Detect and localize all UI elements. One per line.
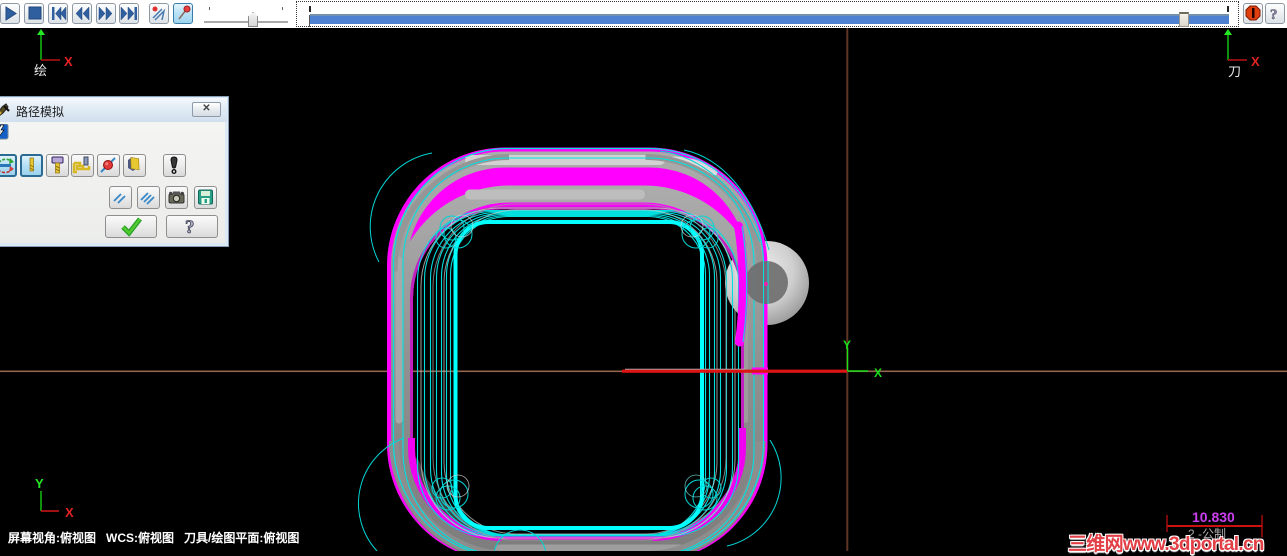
svg-text:绘: 绘 — [34, 63, 47, 78]
svg-text:?: ? — [1270, 7, 1278, 23]
svg-text:X: X — [65, 505, 74, 520]
svg-text:X: X — [874, 366, 882, 380]
svg-text:?: ? — [185, 217, 195, 237]
svg-text:Y: Y — [35, 476, 44, 491]
svg-text:X: X — [1251, 54, 1260, 69]
svg-text:X: X — [64, 54, 73, 69]
svg-text:Y: Y — [843, 338, 851, 352]
svg-text:刀: 刀 — [1228, 64, 1241, 79]
svg-text:10.830: 10.830 — [1192, 509, 1235, 525]
